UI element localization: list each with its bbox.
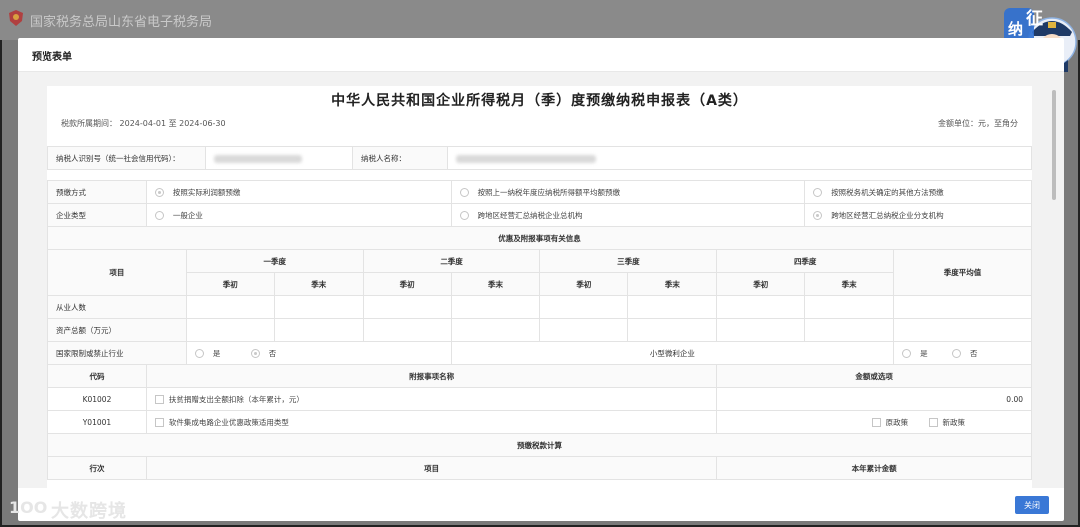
close-button[interactable]: 关闭 bbox=[1015, 496, 1049, 514]
checkbox-icon[interactable] bbox=[871, 418, 881, 427]
enterprise-type-option-3[interactable]: 跨地区经营汇总纳税企业分支机构 bbox=[804, 203, 1032, 227]
taxpayer-id-value bbox=[205, 146, 353, 170]
table-row: 从业人数 bbox=[47, 295, 1032, 319]
radio-icon[interactable] bbox=[813, 188, 823, 197]
code-col-header: 代码 bbox=[47, 364, 147, 388]
calc-item-col-header: 项目 bbox=[145, 456, 718, 480]
restricted-industry-label: 国家限制或禁止行业 bbox=[47, 341, 187, 365]
modal-title: 预览表单 bbox=[32, 52, 72, 63]
preferential-section-title: 优惠及附报事项有关信息 bbox=[47, 226, 1032, 250]
tax-form-page: 中华人民共和国企业所得税月（季）度预缴纳税申报表（A类） 税款所属期间： 202… bbox=[47, 86, 1032, 488]
radio-icon[interactable] bbox=[194, 349, 204, 358]
watermark-logo-icon: 1OO bbox=[9, 498, 47, 517]
checkbox-icon[interactable] bbox=[154, 418, 164, 427]
watermark-logo-text: 1OO bbox=[9, 498, 47, 517]
tax-emblem-icon bbox=[9, 10, 23, 26]
app-title: 国家税务总局山东省电子税务局 bbox=[30, 15, 213, 30]
prepay-method-option-2[interactable]: 按照上一纳税年度应纳税所得额平均额预缴 bbox=[450, 180, 806, 204]
calc-section-title: 预缴税款计算 bbox=[47, 433, 1032, 457]
enterprise-type-option-1[interactable]: 一般企业 bbox=[145, 203, 452, 227]
radio-icon[interactable] bbox=[154, 188, 164, 197]
quarter-1-header: 一季度 bbox=[185, 249, 364, 273]
checkbox-icon[interactable] bbox=[154, 395, 164, 404]
q1-end-header: 季末 bbox=[273, 272, 364, 296]
attached-code: K01002 bbox=[47, 387, 147, 411]
attached-code: Y01001 bbox=[47, 410, 147, 434]
radio-icon[interactable] bbox=[813, 211, 823, 220]
table-row: 国家限制或禁止行业 是 否 小型微利企业 是 否 bbox=[47, 341, 1032, 365]
mascot-char-2: 纳 bbox=[1008, 20, 1023, 38]
q3-end-header: 季末 bbox=[627, 272, 718, 296]
attached-name: 软件集成电路企业优惠政策适用类型 bbox=[145, 410, 718, 434]
amount-option-col-header: 金额或选项 bbox=[716, 364, 1032, 388]
taxpayer-id-label: 纳税人识别号（统一社会信用代码）： bbox=[47, 146, 206, 170]
watermark-text: 大数跨境 bbox=[51, 501, 127, 522]
modal-footer: 关闭 bbox=[18, 488, 1064, 521]
q2-start-header: 季初 bbox=[362, 272, 452, 296]
scroll-thumb[interactable] bbox=[1052, 90, 1056, 200]
radio-icon[interactable] bbox=[250, 349, 260, 358]
prepay-method-option-1[interactable]: 按照实际利润额预缴 bbox=[145, 180, 452, 204]
modal-header: 预览表单 bbox=[18, 38, 1064, 72]
quarter-2-header: 二季度 bbox=[362, 249, 541, 273]
line-no-col-header: 行次 bbox=[47, 456, 147, 480]
form-title: 中华人民共和国企业所得税月（季）度预缴纳税申报表（A类） bbox=[331, 93, 748, 109]
taxpayer-name-value bbox=[447, 146, 1032, 170]
enterprise-type-label: 企业类型 bbox=[47, 203, 147, 227]
radio-icon[interactable] bbox=[951, 349, 961, 358]
app-header: 国家税务总局山东省电子税务局 bbox=[0, 0, 1080, 40]
quarter-3-header: 三季度 bbox=[539, 249, 718, 273]
quarter-avg-header: 季度平均值 bbox=[893, 249, 1032, 296]
preview-modal: 预览表单 中华人民共和国企业所得税月（季）度预缴纳税申报表（A类） 税款所属期间… bbox=[18, 38, 1064, 521]
ytd-amount-col-header: 本年累计金额 bbox=[716, 456, 1032, 480]
mascot-char-1: 征 bbox=[1026, 8, 1043, 29]
policy-options: 原政策 新政策 bbox=[716, 410, 1032, 434]
main-form-table: 预缴方式 按照实际利润额预缴 按照上一纳税年度应纳税所得额平均额预缴 按照税务机… bbox=[47, 180, 1032, 480]
quarter-4-header: 四季度 bbox=[716, 249, 895, 273]
radio-icon[interactable] bbox=[459, 211, 469, 220]
small-micro-label: 小型微利企业 bbox=[450, 341, 895, 365]
item-col-header: 项目 bbox=[47, 249, 187, 296]
radio-icon[interactable] bbox=[154, 211, 164, 220]
table-row: K01002 扶贫捐赠支出全额扣除（本年累计，元） 0.00 bbox=[47, 387, 1032, 411]
modal-body[interactable]: 中华人民共和国企业所得税月（季）度预缴纳税申报表（A类） 税款所属期间： 202… bbox=[18, 72, 1064, 488]
total-assets-label: 资产总额（万元） bbox=[47, 318, 187, 342]
radio-icon[interactable] bbox=[459, 188, 469, 197]
attached-value: 0.00 bbox=[716, 387, 1032, 411]
q4-end-header: 季末 bbox=[804, 272, 895, 296]
attached-name: 扶贫捐赠支出全额扣除（本年累计，元） bbox=[145, 387, 718, 411]
radio-icon[interactable] bbox=[902, 349, 912, 358]
q3-start-header: 季初 bbox=[539, 272, 629, 296]
prepay-method-label: 预缴方式 bbox=[47, 180, 147, 204]
table-row: 资产总额（万元） bbox=[47, 318, 1032, 342]
vertical-scrollbar[interactable] bbox=[1052, 76, 1056, 486]
prepay-method-option-3[interactable]: 按照税务机关确定的其他方法预缴 bbox=[804, 180, 1032, 204]
enterprise-type-option-2[interactable]: 跨地区经营汇总纳税企业总机构 bbox=[450, 203, 806, 227]
attached-name-col-header: 附报事项名称 bbox=[145, 364, 718, 388]
amount-unit: 金额单位：元，至角分 bbox=[938, 119, 1018, 128]
table-row: Y01001 软件集成电路企业优惠政策适用类型 原政策 新政策 bbox=[47, 410, 1032, 434]
restricted-industry-options: 是 否 bbox=[185, 341, 452, 365]
tax-period: 税款所属期间： 2024-04-01 至 2024-06-30 bbox=[61, 119, 226, 128]
taxpayer-name-label: 纳税人名称： bbox=[352, 146, 448, 170]
checkbox-icon[interactable] bbox=[928, 418, 938, 427]
employees-label: 从业人数 bbox=[47, 295, 187, 319]
taxpayer-info-table: 纳税人识别号（统一社会信用代码）： 纳税人名称： bbox=[47, 146, 1032, 170]
q1-start-header: 季初 bbox=[185, 272, 275, 296]
small-micro-options: 是 否 bbox=[893, 341, 1032, 365]
q2-end-header: 季末 bbox=[450, 272, 541, 296]
q4-start-header: 季初 bbox=[716, 272, 806, 296]
watermark: 1OO 大数跨境 bbox=[8, 493, 148, 523]
